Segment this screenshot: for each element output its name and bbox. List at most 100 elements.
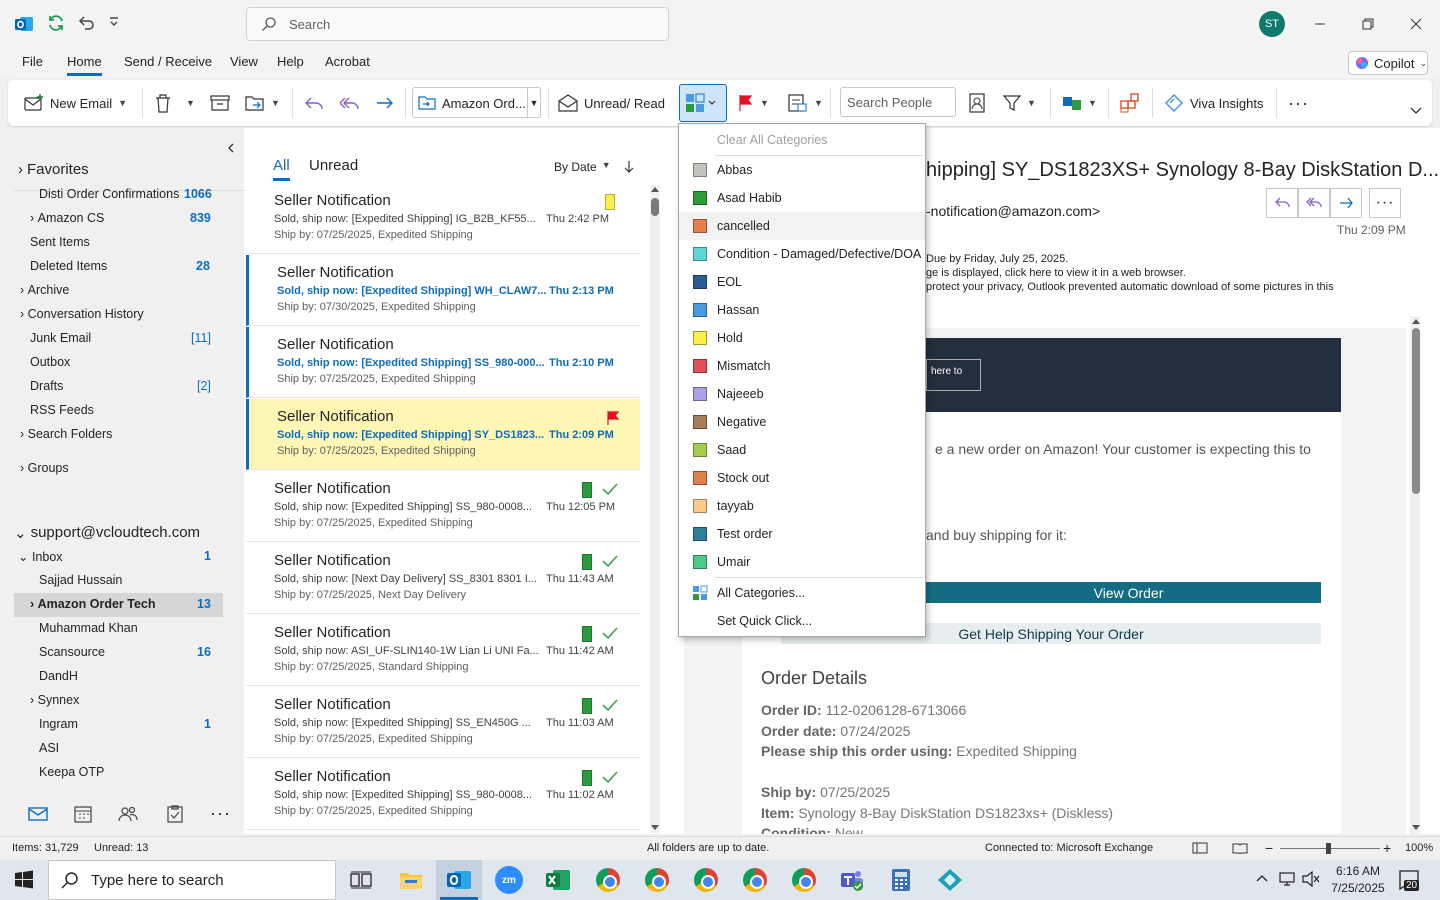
quick-steps-expand-icon[interactable]: ▼ <box>527 88 540 117</box>
outlook-taskbar-icon[interactable] <box>445 866 473 894</box>
search-box[interactable]: Search <box>246 7 669 41</box>
task-view-icon[interactable] <box>347 866 375 894</box>
account-header[interactable]: ⌄ support@vcloudtech.com <box>14 524 200 542</box>
nav-item-keepa[interactable]: Keepa OTP <box>39 765 104 779</box>
favorites-header[interactable]: › Favorites <box>18 161 89 178</box>
category-item[interactable]: Abbas <box>679 156 925 184</box>
reply-button[interactable] <box>304 90 324 116</box>
nav-item-drafts[interactable]: Drafts <box>30 379 63 393</box>
category-item[interactable]: Negative <box>679 408 925 436</box>
volume-muted-icon[interactable] <box>1302 871 1320 887</box>
nav-item-outbox[interactable]: Outbox <box>30 355 70 369</box>
forward-button[interactable] <box>375 90 395 116</box>
message-item[interactable]: Seller Notification Sold, ship now: [Expe… <box>246 471 640 542</box>
completed-check-icon[interactable] <box>602 771 618 783</box>
chevron-down-icon[interactable]: ▼ <box>271 98 280 108</box>
completed-check-icon[interactable] <box>602 627 618 639</box>
network-icon[interactable] <box>1278 871 1296 887</box>
zoom-out-icon[interactable]: − <box>1265 840 1273 856</box>
view-order-button[interactable]: View Order <box>926 582 1321 603</box>
category-item[interactable]: Asad Habib <box>679 184 925 212</box>
nav-item-sent[interactable]: Sent Items <box>30 235 90 249</box>
menu-file[interactable]: File <box>22 54 43 69</box>
copilot-button[interactable]: Copilot ⌄ <box>1348 51 1428 75</box>
nav-item-amazon-order-tech[interactable]: › Amazon Order Tech <box>30 597 156 611</box>
customize-quick-access-icon[interactable] <box>108 15 120 29</box>
nav-item-amazon-cs[interactable]: › Amazon CS <box>30 211 104 225</box>
message-item[interactable]: Seller Notification Sold, ship now: [Expe… <box>246 255 640 326</box>
app-diamond-icon[interactable] <box>936 866 964 894</box>
chevron-down-icon[interactable]: ▼ <box>1088 98 1097 108</box>
chrome-icon[interactable] <box>790 866 818 894</box>
send-receive-icon[interactable] <box>46 13 66 33</box>
nav-item-search-folders[interactable]: › Search Folders <box>20 427 112 441</box>
zoom-level[interactable]: 100% <box>1405 842 1433 854</box>
search-people-input[interactable]: Search People <box>840 87 956 117</box>
calculator-icon[interactable] <box>887 866 915 894</box>
scroll-down-icon[interactable] <box>651 825 659 831</box>
message-item[interactable]: Seller Notification Sold, ship now: [Expe… <box>246 327 640 398</box>
nav-item-asi[interactable]: ASI <box>39 741 59 755</box>
ribbon-collapse-icon[interactable] <box>1410 106 1422 116</box>
info-pictures[interactable]: protect your privacy, Outlook prevented … <box>926 281 1334 293</box>
nav-item-synnex[interactable]: › Synnex <box>30 693 79 707</box>
zoom-app-icon[interactable]: zm <box>495 866 523 894</box>
email-header-button[interactable]: here to <box>926 359 981 391</box>
normal-view-icon[interactable] <box>1192 842 1208 854</box>
move-button[interactable]: ▼ <box>245 90 280 116</box>
close-icon[interactable] <box>1401 10 1431 38</box>
show-hidden-icons[interactable] <box>1256 873 1268 883</box>
chevron-down-icon[interactable]: ▼ <box>1027 98 1036 108</box>
nav-item-muhammad[interactable]: Muhammad Khan <box>39 621 138 635</box>
chrome-icon[interactable] <box>741 866 769 894</box>
clear-all-categories[interactable]: Clear All Categories <box>679 126 925 154</box>
nav-item-sajjad[interactable]: Sajjad Hussain <box>39 573 122 587</box>
collapse-pane-icon[interactable] <box>227 143 235 153</box>
menu-view[interactable]: View <box>230 54 258 69</box>
unread-read-button[interactable]: Unread/ Read <box>558 90 665 116</box>
new-email-button[interactable]: New Email ▼ <box>24 90 127 116</box>
chevron-down-icon[interactable]: ▼ <box>760 98 769 108</box>
category-item[interactable]: Hold <box>679 324 925 352</box>
clock[interactable]: 6:16 AM 7/25/2025 <box>1330 864 1386 895</box>
nav-item-scansource[interactable]: Scansource <box>39 645 105 659</box>
archive-button[interactable] <box>210 90 230 116</box>
reading-view-icon[interactable] <box>1232 842 1248 854</box>
message-item[interactable]: Seller Notification Sold, ship now: [Expe… <box>246 399 640 470</box>
set-quick-click-item[interactable]: Set Quick Click... <box>679 607 925 635</box>
scroll-up-icon[interactable] <box>651 186 659 192</box>
chevron-down-icon[interactable]: ▼ <box>186 98 195 108</box>
all-categories-item[interactable]: All Categories... <box>679 579 925 607</box>
category-item[interactable]: Saad <box>679 436 925 464</box>
message-item[interactable]: Seller Notification Sold, ship now: [Expe… <box>246 183 640 254</box>
nav-item-disti[interactable]: Disti Order Confirmations <box>39 188 179 200</box>
windows-start-icon[interactable] <box>14 870 34 890</box>
completed-check-icon[interactable] <box>602 483 618 495</box>
info-web-view[interactable]: ge is displayed, click here to view it i… <box>926 267 1186 279</box>
menu-acrobat[interactable]: Acrobat <box>325 54 370 69</box>
category-item[interactable]: Umair <box>679 548 925 576</box>
translate-button[interactable]: ▼ <box>1062 90 1097 116</box>
message-item[interactable]: Seller Notification Sold, ship now: [Next… <box>246 543 640 614</box>
tab-all[interactable]: All <box>273 157 290 181</box>
tasks-icon[interactable] <box>166 805 184 823</box>
category-item[interactable]: tayyab <box>679 492 925 520</box>
category-item[interactable]: Test order <box>679 520 925 548</box>
nav-item-ingram[interactable]: Ingram <box>39 717 78 731</box>
mail-icon[interactable] <box>28 806 48 822</box>
follow-up-button[interactable]: ▼ <box>738 90 769 116</box>
menu-home[interactable]: Home <box>67 54 102 76</box>
chevron-down-icon[interactable]: ▼ <box>814 98 823 108</box>
category-item[interactable]: EOL <box>679 268 925 296</box>
undo-icon[interactable] <box>76 13 96 33</box>
calendar-icon[interactable] <box>74 805 92 823</box>
avatar[interactable]: ST <box>1259 11 1285 37</box>
category-item[interactable]: Najeeeb <box>679 380 925 408</box>
categorize-button[interactable] <box>679 84 727 122</box>
reply-all-button[interactable] <box>340 90 360 116</box>
message-list-scrollbar[interactable] <box>650 185 660 833</box>
nav-item-groups[interactable]: › Groups <box>20 461 69 475</box>
sort-by-date[interactable]: By Date ▼ <box>554 160 611 174</box>
category-item[interactable]: cancelled <box>679 212 925 240</box>
nav-item-inbox[interactable]: ⌄ Inbox <box>18 549 63 564</box>
